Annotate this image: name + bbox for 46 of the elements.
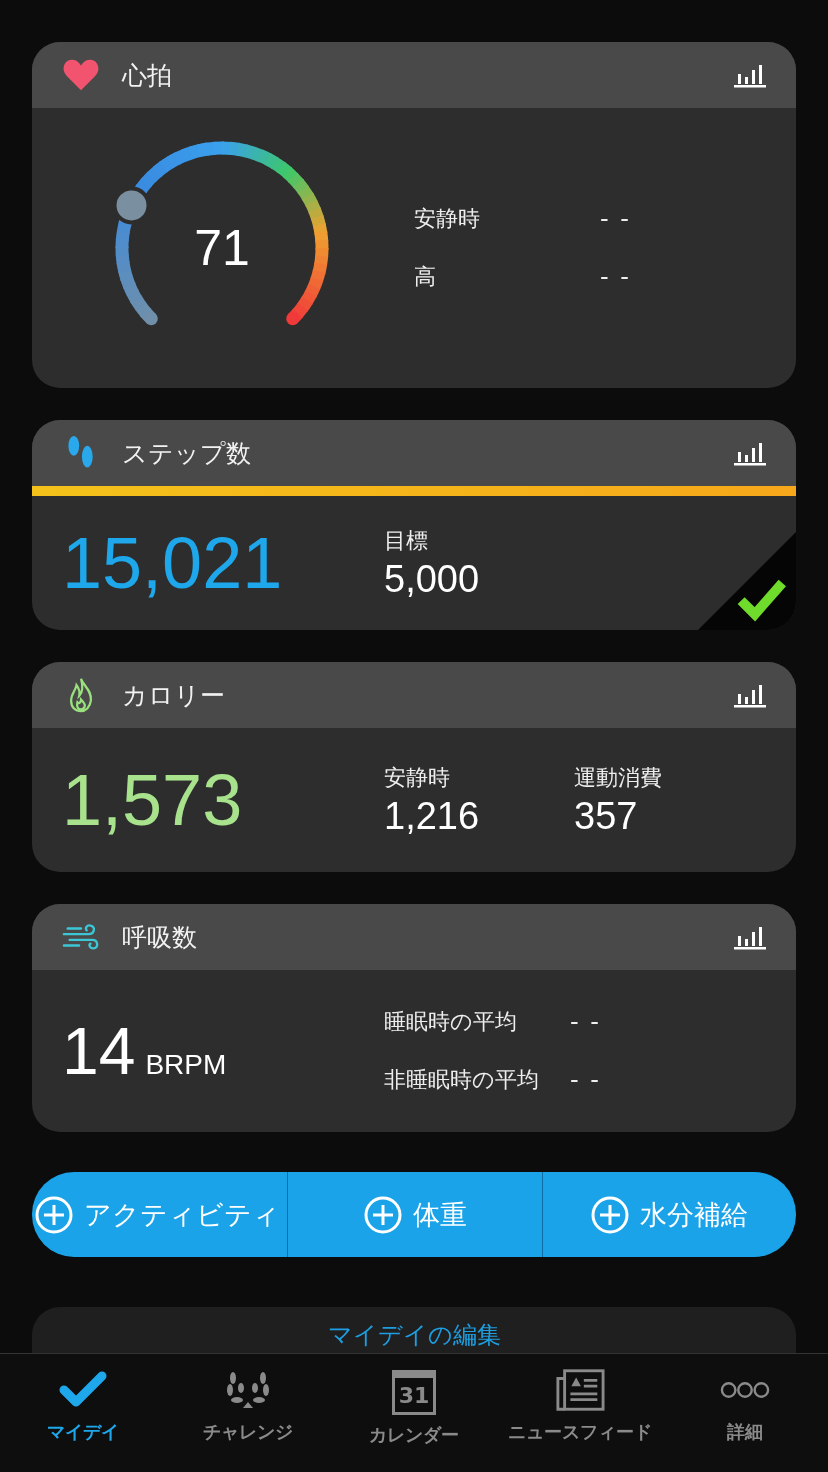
plus-icon bbox=[590, 1194, 631, 1235]
add-button[interactable]: 水分補給 bbox=[541, 1172, 796, 1257]
add-button[interactable]: 体重 bbox=[287, 1172, 542, 1257]
stat-value: - - bbox=[570, 1008, 601, 1036]
stat-label: 安静時 bbox=[384, 763, 451, 792]
card-background[interactable]: カロリー 1,573 安静時 1,216 運動消費 357 bbox=[32, 662, 796, 872]
stat-value: 357 bbox=[574, 794, 639, 838]
card-background[interactable]: 心拍 71 安静時 - - 高 - - bbox=[32, 42, 796, 388]
heart-rate-value: 71 bbox=[194, 219, 250, 277]
bar-chart-icon[interactable] bbox=[734, 924, 766, 950]
bar-chart-icon[interactable] bbox=[734, 682, 766, 708]
card-title: カロリー bbox=[122, 679, 226, 712]
stat-value: - - bbox=[600, 263, 631, 291]
tab[interactable]: 31 カレンダー bbox=[331, 1354, 497, 1472]
plus-icon bbox=[363, 1194, 403, 1235]
stat-value: - - bbox=[600, 205, 631, 233]
card-background[interactable]: 呼吸数 14 BRPM 睡眠時の平均 - - 非睡眠時の平均 - - bbox=[32, 904, 796, 1132]
calendar-icon: 31 bbox=[392, 1370, 436, 1415]
bar-chart-icon[interactable] bbox=[734, 62, 766, 88]
tab[interactable]: チャレンジ bbox=[165, 1354, 332, 1472]
card-title: ステップ数 bbox=[122, 437, 252, 470]
stat-label: 高 bbox=[414, 263, 437, 291]
breath-unit: BRPM bbox=[145, 1049, 227, 1081]
card-background[interactable]: ステップ数 15,021 目標 5,000 bbox=[32, 420, 796, 630]
calories-value: 1,573 bbox=[61, 759, 244, 841]
heart-icon bbox=[62, 57, 100, 93]
edit-link[interactable]: マイデイの編集 bbox=[327, 1319, 501, 1349]
steps-value: 15,021 bbox=[61, 522, 284, 604]
add-button[interactable]: アクティビティ bbox=[32, 1172, 288, 1257]
breath-value: 14 bbox=[62, 1013, 136, 1089]
newspaper-icon bbox=[554, 1368, 605, 1412]
goal-label: 目標 bbox=[384, 526, 429, 555]
card-title: 心拍 bbox=[122, 59, 173, 92]
tab[interactable]: 詳細 bbox=[662, 1354, 828, 1472]
stat-value: - - bbox=[570, 1066, 601, 1094]
stat-label: 睡眠時の平均 bbox=[384, 1008, 518, 1036]
plus-icon bbox=[34, 1194, 74, 1235]
stat-label: 運動消費 bbox=[574, 763, 663, 792]
card-title: 呼吸数 bbox=[122, 921, 198, 954]
tab[interactable]: ニュースフィード bbox=[496, 1354, 663, 1472]
bar-chart-icon[interactable] bbox=[734, 440, 766, 466]
stat-value: 1,216 bbox=[384, 794, 481, 838]
stat-label: 安静時 bbox=[414, 205, 481, 233]
tab[interactable]: マイデイ bbox=[0, 1354, 166, 1472]
stat-label: 非睡眠時の平均 bbox=[384, 1066, 540, 1094]
goal-value: 5,000 bbox=[384, 557, 481, 601]
